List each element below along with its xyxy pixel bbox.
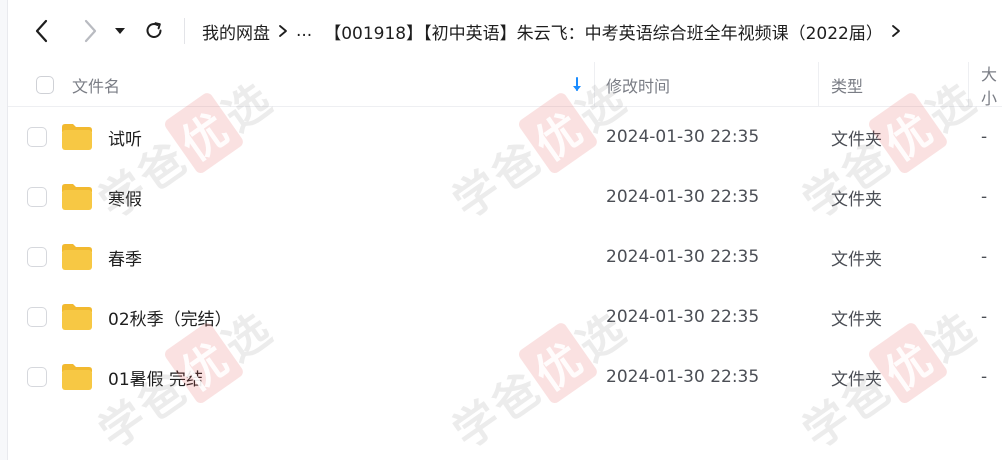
column-header-type[interactable]: 类型 (831, 62, 863, 107)
folder-icon (62, 304, 92, 330)
select-all-checkbox[interactable] (36, 76, 54, 94)
file-modified-time: 2024-01-30 22:35 (606, 187, 760, 207)
nav-separator (184, 18, 185, 44)
row-checkbox[interactable] (27, 187, 47, 207)
file-name[interactable]: 试听 (108, 107, 142, 167)
column-divider[interactable] (968, 62, 969, 107)
file-size: - (981, 247, 988, 267)
folder-icon (62, 124, 92, 150)
sort-down-icon[interactable] (570, 76, 584, 94)
forward-button[interactable] (72, 13, 108, 49)
back-arrow-icon (35, 19, 48, 43)
file-name[interactable]: 寒假 (108, 167, 142, 227)
table-row[interactable]: 02秋季（完结） 2024-01-30 22:35 文件夹 - (8, 287, 1002, 347)
breadcrumb: 我的网盘 ... 【001918】【初中英语】朱云飞：中考英语综合班全年视频课（… (202, 0, 909, 62)
file-name[interactable]: 春季 (108, 227, 142, 287)
row-checkbox[interactable] (27, 307, 47, 327)
file-modified-time: 2024-01-30 22:35 (606, 127, 760, 147)
folder-icon (62, 364, 92, 390)
file-table-header: 文件名 修改时间 类型 大小 (8, 62, 1002, 108)
table-row[interactable]: 寒假 2024-01-30 22:35 文件夹 - (8, 167, 1002, 227)
breadcrumb-ellipsis[interactable]: ... (296, 21, 312, 41)
column-header-name[interactable]: 文件名 (72, 62, 120, 107)
table-row[interactable]: 春季 2024-01-30 22:35 文件夹 - (8, 227, 1002, 287)
breadcrumb-root[interactable]: 我的网盘 (202, 19, 270, 44)
chevron-right-icon (270, 24, 296, 38)
file-list: 试听 2024-01-30 22:35 文件夹 - 寒假 2024-01-30 … (8, 107, 1002, 407)
table-row[interactable]: 试听 2024-01-30 22:35 文件夹 - (8, 107, 1002, 167)
row-checkbox[interactable] (27, 247, 47, 267)
file-size: - (981, 307, 988, 327)
file-modified-time: 2024-01-30 22:35 (606, 247, 760, 267)
folder-icon (62, 244, 92, 270)
file-type: 文件夹 (831, 369, 882, 390)
file-size: - (981, 187, 988, 207)
history-dropdown-button[interactable] (106, 13, 134, 49)
refresh-button[interactable] (136, 13, 172, 49)
back-button[interactable] (24, 13, 60, 49)
column-header-size[interactable]: 大小 (981, 62, 1002, 108)
file-type: 文件夹 (831, 129, 882, 150)
table-row[interactable]: 01暑假 完结 2024-01-30 22:35 文件夹 - (8, 347, 1002, 407)
column-header-modified[interactable]: 修改时间 (606, 62, 670, 107)
file-size: - (981, 367, 988, 387)
chevron-right-icon[interactable] (883, 24, 909, 38)
column-divider[interactable] (818, 62, 819, 107)
row-checkbox[interactable] (27, 367, 47, 387)
navigation-bar: 我的网盘 ... 【001918】【初中英语】朱云飞：中考英语综合班全年视频课（… (8, 0, 1002, 62)
file-modified-time: 2024-01-30 22:35 (606, 367, 760, 387)
refresh-icon (146, 22, 162, 38)
file-name[interactable]: 02秋季（完结） (108, 287, 232, 347)
row-checkbox[interactable] (27, 127, 47, 147)
breadcrumb-current[interactable]: 【001918】【初中英语】朱云飞：中考英语综合班全年视频课（2022届） (324, 19, 883, 44)
file-type: 文件夹 (831, 309, 882, 330)
column-divider[interactable] (594, 62, 595, 107)
dropdown-triangle-icon (115, 28, 125, 34)
folder-icon (62, 184, 92, 210)
file-modified-time: 2024-01-30 22:35 (606, 307, 760, 327)
forward-arrow-icon (84, 19, 97, 43)
file-size: - (981, 127, 988, 147)
file-name[interactable]: 01暑假 完结 (108, 347, 203, 407)
file-type: 文件夹 (831, 249, 882, 270)
left-edge (0, 0, 8, 460)
file-type: 文件夹 (831, 189, 882, 210)
